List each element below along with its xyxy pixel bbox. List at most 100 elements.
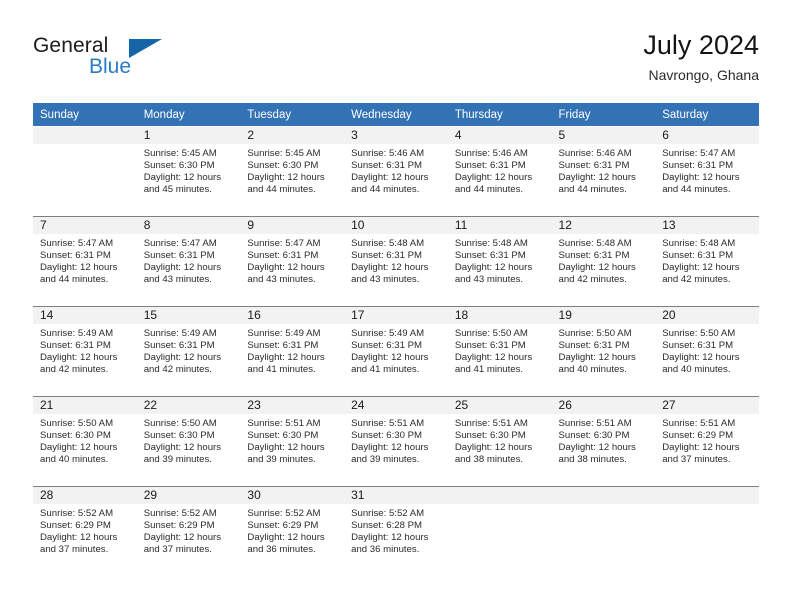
daylight-text-line1: Daylight: 12 hours	[351, 262, 429, 274]
day-cell[interactable]: 21 Sunrise: 5:50 AM Sunset: 6:30 PM Dayl…	[33, 396, 137, 487]
day-number: 19	[551, 307, 656, 324]
day-number: 11	[447, 217, 552, 234]
day-cell[interactable]: 10 Sunrise: 5:48 AM Sunset: 6:31 PM Dayl…	[344, 216, 448, 307]
general-blue-logo[interactable]: General Blue	[33, 34, 213, 90]
day-cell[interactable]: 5 Sunrise: 5:46 AM Sunset: 6:31 PM Dayli…	[551, 126, 656, 217]
day-details: Sunrise: 5:51 AM Sunset: 6:30 PM Dayligh…	[240, 414, 344, 466]
sunrise-text: Sunrise: 5:51 AM	[662, 418, 736, 429]
day-cell[interactable]: 8 Sunrise: 5:47 AM Sunset: 6:31 PM Dayli…	[136, 216, 241, 307]
sunrise-text: Sunrise: 5:52 AM	[351, 508, 425, 519]
daylight-text-line2: and 41 minutes.	[351, 364, 420, 376]
day-cell[interactable]: 30 Sunrise: 5:52 AM Sunset: 6:29 PM Dayl…	[240, 486, 345, 576]
day-cell[interactable]: 6 Sunrise: 5:47 AM Sunset: 6:31 PM Dayli…	[655, 126, 759, 217]
daylight-text-line1: Daylight: 12 hours	[40, 262, 118, 274]
day-cell[interactable]: 4 Sunrise: 5:46 AM Sunset: 6:31 PM Dayli…	[447, 126, 552, 217]
weekday-header-friday: Friday	[551, 103, 656, 127]
day-details: Sunrise: 5:49 AM Sunset: 6:31 PM Dayligh…	[240, 324, 344, 376]
day-details: Sunrise: 5:47 AM Sunset: 6:31 PM Dayligh…	[655, 144, 759, 196]
day-details: Sunrise: 5:50 AM Sunset: 6:31 PM Dayligh…	[552, 324, 656, 376]
day-cell[interactable]: 16 Sunrise: 5:49 AM Sunset: 6:31 PM Dayl…	[240, 306, 345, 397]
day-cell[interactable]: 12 Sunrise: 5:48 AM Sunset: 6:31 PM Dayl…	[551, 216, 656, 307]
day-details: Sunrise: 5:50 AM Sunset: 6:31 PM Dayligh…	[655, 324, 759, 376]
daylight-text-line1: Daylight: 12 hours	[662, 442, 740, 454]
day-cell[interactable]: 14 Sunrise: 5:49 AM Sunset: 6:31 PM Dayl…	[33, 306, 137, 397]
day-cell[interactable]: 26 Sunrise: 5:51 AM Sunset: 6:30 PM Dayl…	[551, 396, 656, 487]
calendar-page: General Blue July 2024 Navrongo, Ghana S…	[0, 0, 792, 612]
day-cell[interactable]: 9 Sunrise: 5:47 AM Sunset: 6:31 PM Dayli…	[240, 216, 345, 307]
week-row: 21 Sunrise: 5:50 AM Sunset: 6:30 PM Dayl…	[33, 396, 759, 487]
day-cell[interactable]: 23 Sunrise: 5:51 AM Sunset: 6:30 PM Dayl…	[240, 396, 345, 487]
daylight-text-line2: and 36 minutes.	[247, 544, 316, 556]
day-number: 24	[344, 397, 448, 414]
day-cell[interactable]: 28 Sunrise: 5:52 AM Sunset: 6:29 PM Dayl…	[33, 486, 137, 576]
day-cell[interactable]: 24 Sunrise: 5:51 AM Sunset: 6:30 PM Dayl…	[344, 396, 448, 487]
day-number: 15	[136, 307, 241, 324]
day-number: 25	[447, 397, 552, 414]
daylight-text-line1: Daylight: 12 hours	[143, 532, 222, 544]
day-details: Sunrise: 5:52 AM Sunset: 6:29 PM Dayligh…	[33, 504, 137, 556]
weekday-header-tuesday: Tuesday	[240, 103, 345, 127]
sunset-text: Sunset: 6:31 PM	[351, 340, 423, 352]
day-cell[interactable]	[655, 486, 759, 576]
day-cell-inner: 10 Sunrise: 5:48 AM Sunset: 6:31 PM Dayl…	[344, 217, 448, 306]
day-cell[interactable]: 29 Sunrise: 5:52 AM Sunset: 6:29 PM Dayl…	[136, 486, 241, 576]
daylight-text-line1: Daylight: 12 hours	[558, 442, 636, 454]
day-cell[interactable]: 31 Sunrise: 5:52 AM Sunset: 6:28 PM Dayl…	[344, 486, 448, 576]
day-cell[interactable]: 25 Sunrise: 5:51 AM Sunset: 6:30 PM Dayl…	[447, 396, 552, 487]
day-cell-inner: 18 Sunrise: 5:50 AM Sunset: 6:31 PM Dayl…	[447, 307, 552, 396]
day-cell[interactable]	[447, 486, 552, 576]
daylight-text-line1: Daylight: 12 hours	[143, 442, 222, 454]
day-number: 23	[240, 397, 345, 414]
day-cell[interactable]: 3 Sunrise: 5:46 AM Sunset: 6:31 PM Dayli…	[344, 126, 448, 217]
daylight-text-line2: and 40 minutes.	[558, 364, 627, 376]
day-cell[interactable]: 18 Sunrise: 5:50 AM Sunset: 6:31 PM Dayl…	[447, 306, 552, 397]
day-details: Sunrise: 5:48 AM Sunset: 6:31 PM Dayligh…	[552, 234, 656, 286]
sunset-text: Sunset: 6:30 PM	[351, 430, 423, 442]
day-cell[interactable]: 17 Sunrise: 5:49 AM Sunset: 6:31 PM Dayl…	[344, 306, 448, 397]
day-cell[interactable]	[551, 486, 656, 576]
day-cell[interactable]: 11 Sunrise: 5:48 AM Sunset: 6:31 PM Dayl…	[447, 216, 552, 307]
day-details: Sunrise: 5:51 AM Sunset: 6:30 PM Dayligh…	[448, 414, 552, 466]
sunset-text: Sunset: 6:30 PM	[143, 430, 215, 442]
sunset-text: Sunset: 6:31 PM	[558, 160, 630, 172]
day-number: 8	[136, 217, 241, 234]
sunrise-text: Sunrise: 5:50 AM	[558, 328, 632, 339]
page-header: General Blue July 2024 Navrongo, Ghana	[33, 28, 759, 96]
day-cell[interactable]: 22 Sunrise: 5:50 AM Sunset: 6:30 PM Dayl…	[136, 396, 241, 487]
day-cell[interactable]: 27 Sunrise: 5:51 AM Sunset: 6:29 PM Dayl…	[655, 396, 759, 487]
day-cell-inner: 1 Sunrise: 5:45 AM Sunset: 6:30 PM Dayli…	[136, 127, 241, 216]
daylight-text-line2: and 36 minutes.	[351, 544, 420, 556]
day-cell[interactable]: 1 Sunrise: 5:45 AM Sunset: 6:30 PM Dayli…	[136, 126, 241, 217]
day-cell[interactable]: 2 Sunrise: 5:45 AM Sunset: 6:30 PM Dayli…	[240, 126, 345, 217]
day-details: Sunrise: 5:46 AM Sunset: 6:31 PM Dayligh…	[552, 144, 656, 196]
day-number: 20	[655, 307, 759, 324]
daylight-text-line1: Daylight: 12 hours	[247, 442, 325, 454]
daylight-text-line2: and 43 minutes.	[247, 274, 316, 286]
day-number: 14	[33, 307, 137, 324]
daylight-text-line2: and 42 minutes.	[40, 364, 109, 376]
day-details: Sunrise: 5:48 AM Sunset: 6:31 PM Dayligh…	[344, 234, 448, 286]
day-cell[interactable]: 15 Sunrise: 5:49 AM Sunset: 6:31 PM Dayl…	[136, 306, 241, 397]
day-cell[interactable]: 7 Sunrise: 5:47 AM Sunset: 6:31 PM Dayli…	[33, 216, 137, 307]
daylight-text-line2: and 39 minutes.	[351, 454, 420, 466]
day-cell[interactable]: 20 Sunrise: 5:50 AM Sunset: 6:31 PM Dayl…	[655, 306, 759, 397]
sunrise-text: Sunrise: 5:48 AM	[454, 238, 528, 249]
daylight-text-line2: and 39 minutes.	[247, 454, 316, 466]
sunrise-text: Sunrise: 5:51 AM	[558, 418, 632, 429]
sunset-text: Sunset: 6:31 PM	[558, 250, 630, 262]
sunset-text: Sunset: 6:30 PM	[247, 160, 319, 172]
day-cell[interactable]: 19 Sunrise: 5:50 AM Sunset: 6:31 PM Dayl…	[551, 306, 656, 397]
daylight-text-line2: and 45 minutes.	[143, 184, 212, 196]
sunset-text: Sunset: 6:31 PM	[247, 340, 319, 352]
calendar-table: Sunday Monday Tuesday Wednesday Thursday…	[33, 103, 759, 576]
day-cell-inner: 25 Sunrise: 5:51 AM Sunset: 6:30 PM Dayl…	[447, 397, 552, 486]
daylight-text-line2: and 37 minutes.	[143, 544, 212, 556]
day-cell[interactable]	[33, 126, 137, 217]
day-cell-inner: 26 Sunrise: 5:51 AM Sunset: 6:30 PM Dayl…	[551, 397, 656, 486]
page-subtitle: Navrongo, Ghana	[648, 67, 759, 83]
day-details: Sunrise: 5:47 AM Sunset: 6:31 PM Dayligh…	[33, 234, 137, 286]
daylight-text-line2: and 43 minutes.	[351, 274, 420, 286]
day-cell[interactable]: 13 Sunrise: 5:48 AM Sunset: 6:31 PM Dayl…	[655, 216, 759, 307]
daylight-text-line1: Daylight: 12 hours	[247, 172, 325, 184]
weekday-header-thursday: Thursday	[447, 103, 552, 127]
